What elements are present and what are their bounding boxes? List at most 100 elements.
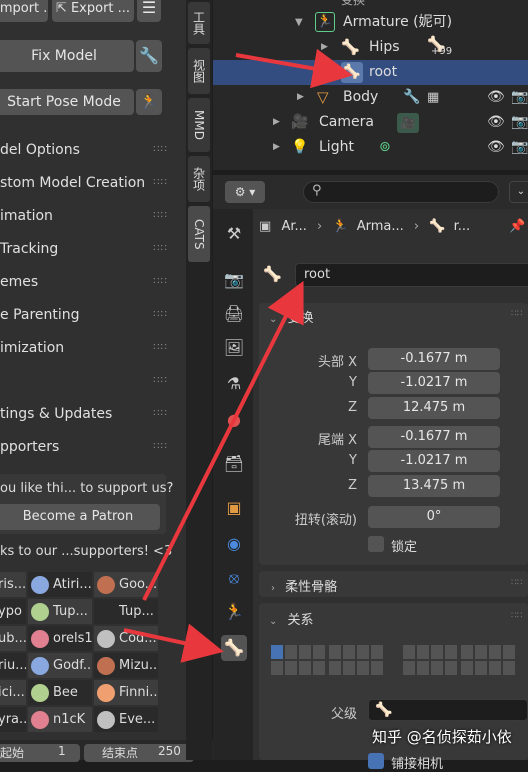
tool-tab[interactable]: ⚒ [221, 221, 247, 247]
constraints-tab[interactable]: ⦻ [221, 565, 247, 591]
bone-layer-toggle[interactable] [503, 661, 515, 675]
cats-menu-item[interactable]: stom Model Creation ∷∷ [0, 168, 178, 198]
armature-data-tab[interactable]: 🏃 [221, 599, 247, 625]
options-dropdown[interactable]: ⌄ [509, 181, 528, 203]
bone-layer-toggle[interactable] [285, 661, 297, 675]
expand-right-icon[interactable]: ▶ [273, 135, 280, 160]
bendy-bones-header[interactable]: › 柔性骨骼 [271, 576, 337, 595]
bone-name-field[interactable]: root [295, 263, 528, 287]
tail-x-field[interactable]: -0.1677 m [368, 426, 500, 448]
eye-icon[interactable]: 👁 [487, 110, 505, 135]
bone-layer-toggle[interactable] [445, 645, 457, 659]
bone-layer-toggle[interactable] [371, 661, 383, 675]
drag-grip-icon[interactable]: ∷∷ [153, 234, 168, 264]
drag-grip-icon[interactable]: ∷∷ [153, 366, 168, 396]
bone-layer-toggle[interactable] [329, 661, 341, 675]
supporter-entry[interactable]: riu... [0, 653, 26, 678]
drag-grip-icon[interactable]: ∷∷ [153, 333, 168, 363]
render-tab[interactable]: 📷 [221, 267, 247, 293]
cats-menu-item[interactable]: e Parenting ∷∷ [0, 300, 178, 330]
drag-grip-icon[interactable]: ∷∷ [153, 201, 168, 231]
breadcrumb-object[interactable]: Ar... [281, 219, 306, 234]
bone-layer-toggle[interactable] [431, 645, 443, 659]
camera-render-icon[interactable]: 📷 [511, 85, 528, 110]
bone-layer-toggle[interactable] [403, 661, 415, 675]
tab-view[interactable]: 视图 [188, 48, 210, 94]
supporter-entry[interactable]: Tup... [28, 599, 92, 624]
expand-right-icon[interactable]: ▶ [321, 35, 328, 60]
view-layer-tab[interactable]: 🖼 [221, 335, 247, 361]
supporter-entry[interactable]: ypo [0, 599, 26, 624]
tail-z-field[interactable]: 13.475 m [368, 475, 500, 497]
lock-checkbox[interactable] [368, 536, 384, 552]
eye-icon[interactable]: 👁 [487, 135, 505, 160]
outliner-row-armature[interactable]: ▼ 🏃 Armature (妮可) [213, 10, 528, 35]
drag-grip-icon[interactable]: ∷∷ [153, 267, 168, 297]
bone-layer-toggle[interactable] [417, 645, 429, 659]
supporter-entry[interactable]: orels1 [28, 626, 92, 651]
breadcrumb-bone[interactable]: r... [454, 219, 471, 234]
tail-y-field[interactable]: -1.0217 m [368, 450, 500, 472]
cats-menu-item[interactable]: del Options ∷∷ [0, 135, 178, 165]
supporter-entry[interactable]: Godf... [28, 653, 92, 678]
bone-layer-toggle[interactable] [313, 661, 325, 675]
supporter-entry[interactable]: ub... [0, 626, 26, 651]
bone-layer-toggle[interactable] [431, 661, 443, 675]
transform-header[interactable]: ⌄ 变换 [269, 307, 314, 326]
cats-menu-item[interactable]: imization ∷∷ [0, 333, 178, 363]
bone-layer-toggle[interactable] [313, 645, 325, 659]
drag-grip-icon[interactable]: ∷∷ [153, 135, 168, 165]
scene-tab[interactable]: ⚗ [221, 371, 247, 397]
editor-type-button[interactable]: ⚙ ▾ [225, 181, 265, 203]
bone-layer-toggle[interactable] [357, 661, 369, 675]
head-y-field[interactable]: -1.0217 m [368, 372, 500, 394]
supporter-entry[interactable]: yra... [0, 707, 26, 732]
supporter-entry[interactable]: Bee [28, 680, 92, 705]
eye-icon[interactable]: 👁 [487, 85, 505, 110]
bone-layer-toggle[interactable] [343, 661, 355, 675]
expand-right-icon[interactable]: ▶ [297, 85, 304, 110]
tab-misc[interactable]: 杂项 [188, 156, 210, 202]
bone-layer-toggle[interactable] [299, 645, 311, 659]
bone-layer-toggle[interactable] [475, 645, 487, 659]
tab-cats[interactable]: CATS [188, 206, 210, 262]
bone-tab[interactable]: 🦴 [221, 635, 247, 661]
fix-model-button[interactable]: Fix Model [0, 40, 134, 72]
output-tab[interactable]: 🖨 [221, 301, 247, 327]
drag-grip-icon[interactable]: ∷∷ [153, 300, 168, 330]
cats-menu-item[interactable]: ∷∷ [0, 366, 178, 396]
bone-layer-toggle[interactable] [417, 661, 429, 675]
bone-layer-toggle[interactable] [357, 645, 369, 659]
cats-menu-item[interactable]: pporters ∷∷ [0, 432, 178, 462]
bone-layer-toggle[interactable] [489, 645, 501, 659]
bone-layer-toggle[interactable] [285, 645, 297, 659]
bone-layer-toggle[interactable] [403, 645, 415, 659]
outliner-row-body[interactable]: ▶ ▽ Body 🔧 ▦ 👁 📷 [213, 85, 528, 110]
bone-layer-toggle[interactable] [271, 645, 283, 659]
export-button[interactable]: ⇱ Export ... [52, 0, 134, 22]
breadcrumb-armature[interactable]: Arma... [357, 219, 404, 234]
start-pose-button[interactable]: Start Pose Mode [0, 89, 134, 115]
drag-grip-icon[interactable]: ∷∷ [153, 168, 168, 198]
camera-render-icon[interactable]: 📷 [511, 110, 528, 135]
expand-down-icon[interactable]: ▼ [295, 10, 303, 35]
drag-grip-icon[interactable]: ∷∷ [153, 432, 168, 462]
bone-layer-toggle[interactable] [329, 645, 341, 659]
pose-icon-button[interactable]: 🏃 [136, 89, 162, 115]
timeline-end-field[interactable]: 结束点 250 [84, 744, 194, 762]
cats-menu-item[interactable]: emes ∷∷ [0, 267, 178, 297]
head-x-field[interactable]: -0.1677 m [368, 348, 500, 370]
bone-layer-toggle[interactable] [445, 661, 457, 675]
become-patron-button[interactable]: Become a Patron [0, 504, 160, 530]
drag-grip-icon[interactable]: ∷∷ [153, 399, 168, 429]
pin-icon[interactable]: 📌 [509, 219, 525, 234]
search-input[interactable]: ⚲ [303, 181, 499, 203]
tab-tool[interactable]: 工具 [188, 2, 210, 44]
bone-layer-toggle[interactable] [475, 661, 487, 675]
roll-field[interactable]: 0° [368, 506, 500, 528]
supporter-entry[interactable]: Eve... [94, 707, 158, 732]
camera-render-icon[interactable]: 📷 [511, 135, 528, 160]
cats-menu-item[interactable]: imation ∷∷ [0, 201, 178, 231]
supporter-entry[interactable]: ris... [0, 572, 26, 597]
bone-layer-toggle[interactable] [343, 645, 355, 659]
